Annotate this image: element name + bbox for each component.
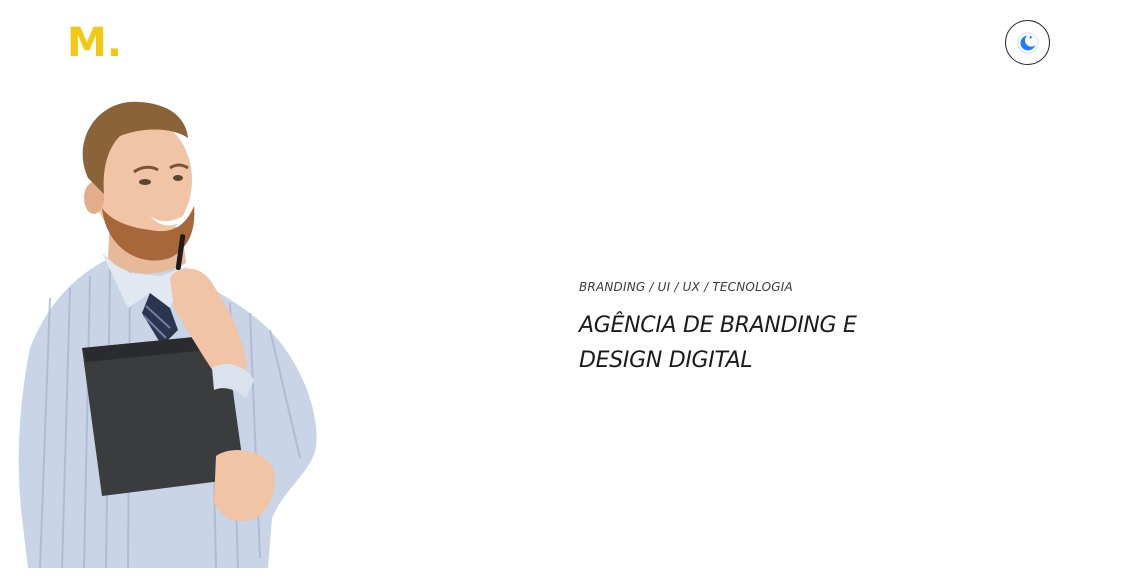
landing-page: M. BRANDING / UI / UX / TECNOLOGIA AGÊNC… bbox=[0, 0, 1138, 582]
brand-logo[interactable]: M. bbox=[67, 20, 122, 66]
hero-tagline: BRANDING / UI / UX / TECNOLOGIA bbox=[579, 280, 793, 294]
hero-headline-line-1: AGÊNCIA DE BRANDING E bbox=[579, 313, 857, 338]
moon-icon bbox=[1016, 31, 1039, 54]
hero-text-block: BRANDING / UI / UX / TECNOLOGIA AGÊNCIA … bbox=[579, 278, 939, 378]
hero-headline: AGÊNCIA DE BRANDING E DESIGN DIGITAL bbox=[579, 308, 939, 378]
hero-photo-man-with-folder bbox=[10, 98, 322, 569]
hero-headline-line-2: DESIGN DIGITAL bbox=[579, 348, 753, 373]
theme-toggle-button[interactable] bbox=[1005, 20, 1050, 65]
